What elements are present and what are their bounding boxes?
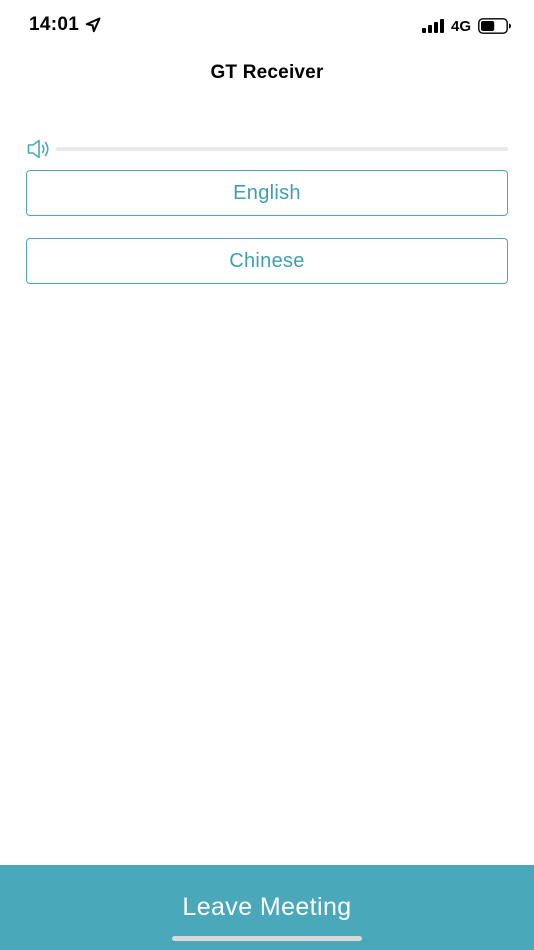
leave-meeting-label: Leave Meeting <box>182 893 352 921</box>
page-title: GT Receiver <box>210 62 324 83</box>
volume-control[interactable] <box>26 136 508 162</box>
status-time-text: 14:01 <box>29 14 80 35</box>
location-arrow-icon <box>85 17 101 33</box>
status-time: 14:01 <box>29 14 101 36</box>
home-indicator <box>172 936 362 941</box>
language-button-chinese[interactable]: Chinese <box>26 238 508 284</box>
volume-slider-track[interactable] <box>56 147 508 151</box>
status-indicators: 4G <box>421 16 512 36</box>
speaker-icon[interactable] <box>26 136 52 162</box>
language-button-english[interactable]: English <box>26 170 508 216</box>
network-type: 4G <box>450 17 471 35</box>
leave-meeting-button[interactable]: Leave Meeting <box>0 865 534 950</box>
cellular-signal-icon <box>421 19 444 33</box>
battery-icon <box>478 18 512 34</box>
status-bar: 14:01 4G <box>0 0 534 54</box>
